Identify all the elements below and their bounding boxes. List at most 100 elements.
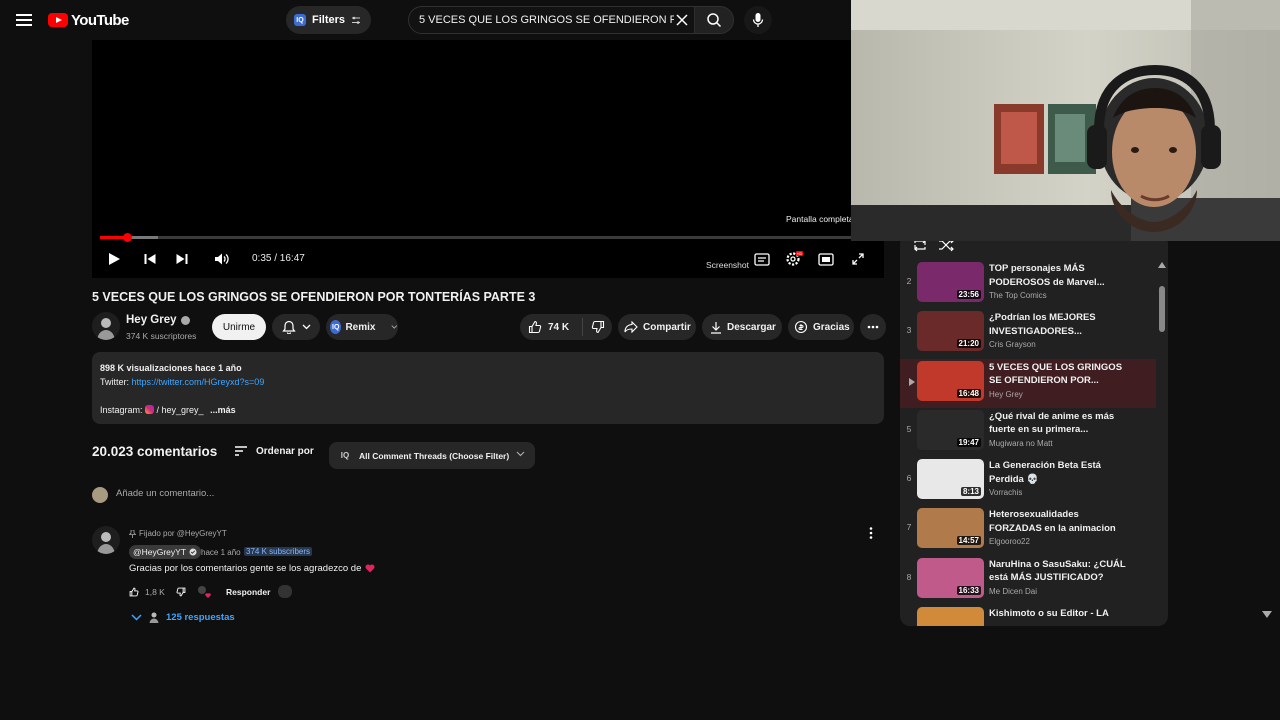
video-player[interactable]: Pantalla completa 0:35 / 16:47 Screensho… [92,40,884,278]
volume-button[interactable] [212,250,232,268]
miniplayer-button[interactable] [816,250,836,268]
show-more-link[interactable]: ...más [210,405,236,415]
reaction-chip[interactable] [278,585,292,598]
playlist-item-title[interactable]: Kishimoto o su Editor - LA [989,607,1127,621]
chevron-down-icon [516,451,525,457]
playlist-thumbnail[interactable]: 21:20 [917,311,984,352]
playlist-item[interactable]: 2 23:56 TOP personajes MÁS PODEROSOS de Ma… [900,260,1168,309]
youtube-logo[interactable]: YouTube [48,11,129,29]
download-icon [711,321,721,334]
reply-button[interactable]: Responder [226,587,270,597]
share-button[interactable]: Compartir [618,314,696,340]
progress-bar[interactable] [100,233,876,242]
chevron-down-icon [131,613,142,621]
channel-avatar-image [97,318,115,340]
playlist-item-channel: Vorrachis [989,488,1023,498]
playlist-items: 2 23:56 TOP personajes MÁS PODEROSOS de Ma… [900,260,1168,626]
scrubber-handle[interactable] [123,233,133,242]
thumbs-down-icon[interactable] [176,587,186,597]
filters-button[interactable]: IQ Filters [286,6,372,34]
thumbs-up-icon[interactable] [129,587,139,597]
thanks-button[interactable]: Gracias [788,314,854,340]
like-button[interactable]: 74 K [528,320,582,334]
playlist-thumbnail[interactable]: 16:33 [917,557,984,598]
comment-avatar[interactable] [92,526,120,554]
pin-icon [129,529,136,538]
playlist-thumbnail[interactable]: 19:47 [917,409,984,450]
playlist-item[interactable]: 3 21:20 ¿Podrían los MEJORES INVESTIGADORE… [900,309,1168,358]
playlist-item[interactable]: 6 8:13 La Generación Beta Está Perdida 💀 Vo… [900,457,1168,506]
fullscreen-button[interactable] [848,250,868,268]
join-button[interactable]: Unirme [212,314,266,340]
playlist-item-title[interactable]: Heterosexualidades FORZADAS en la animac… [989,508,1127,535]
iq-icon: IQ [330,320,342,334]
view-stats: 898 K visualizaciones hace 1 año [100,363,242,373]
playlist-thumbnail[interactable] [917,607,984,626]
play-button[interactable] [104,250,124,268]
search-icon [707,13,722,28]
download-button[interactable]: Descargar [702,314,782,340]
search-box [408,6,696,34]
search-input[interactable] [419,14,674,26]
volume-icon [215,253,229,265]
video-duration: 14:57 [956,536,981,546]
search-button[interactable] [694,6,734,34]
playlist-thumbnail[interactable]: 23:56 [917,262,984,302]
playlist-thumbnail[interactable]: 14:57 [917,508,984,549]
playlist-scrollbar[interactable] [1156,262,1168,622]
add-comment-input[interactable]: Añade un comentario... [116,488,214,499]
scrollbar-thumb[interactable] [1159,286,1165,332]
comment-filter-select[interactable]: IQ All Comment Threads (Choose Filter) [329,442,535,469]
playlist-item[interactable]: 7 14:57 Heterosexualidades FORZADAS en la … [900,506,1168,555]
previous-button[interactable] [140,250,160,268]
playlist-item-channel: Elgooroo22 [989,537,1030,547]
playlist-item-title[interactable]: La Generación Beta Está Perdida 💀 [989,459,1127,486]
playlist-item-title[interactable]: 5 VECES QUE LOS GRINGOS SE OFENDIERON PO… [989,361,1127,388]
video-title: 5 VECES QUE LOS GRINGOS SE OFENDIERON PO… [92,290,536,304]
playlist-index: 6 [906,473,912,484]
scroll-up-icon[interactable] [1158,262,1166,268]
subscriber-count: 374 K suscriptores [126,331,197,341]
fullscreen-icon [852,253,864,265]
iq-icon: IQ [294,14,306,26]
playlist-thumbnail[interactable]: 8:13 [917,459,984,500]
more-actions-button[interactable] [860,314,886,340]
more-vertical-icon[interactable] [866,526,876,540]
playlist-thumbnail[interactable]: 16:48 [917,360,984,401]
twitter-line: Twitter: https://twitter.com/HGreyxd?s=0… [100,375,876,389]
twitter-link[interactable]: https://twitter.com/HGreyxd?s=09 [132,377,265,387]
playlist-item[interactable]: 16:48 5 VECES QUE LOS GRINGOS SE OFENDIER… [900,358,1156,408]
playlist-item-title[interactable]: TOP personajes MÁS PODEROSOS de Marvel..… [989,262,1127,289]
playlist-item-title[interactable]: ¿Qué rival de anime es más fuerte en su … [989,410,1127,437]
sort-button[interactable]: Ordenar por [234,445,314,457]
thumbs-down-icon[interactable] [591,320,605,334]
subtitles-button[interactable] [752,250,772,268]
comments-count: 20.023 comentarios [92,444,218,459]
playlist-index: 3 [906,325,912,336]
subtitles-icon [754,252,770,266]
comment-author[interactable]: @HeyGreyYT [129,545,202,559]
remix-button[interactable]: IQ Remix [326,314,398,340]
playlist-item-channel: Hey Grey [989,389,1023,399]
screenshot-button[interactable]: Screenshot [706,260,749,270]
next-button[interactable] [172,250,192,268]
scroll-down-icon[interactable] [1262,611,1272,618]
instagram-handle[interactable]: / hey_grey_ [154,405,204,415]
menu-icon[interactable] [14,11,34,29]
playlist-item-title[interactable]: NaruHina o SasuSaku: ¿CUÁL está MÁS JUST… [989,558,1127,585]
close-icon[interactable] [675,13,689,27]
notifications-button[interactable] [272,314,320,340]
settings-button[interactable]: HD [784,250,804,268]
description-box[interactable]: 898 K visualizaciones hace 1 año Twitter… [92,352,884,424]
channel-avatar[interactable] [92,312,120,340]
playlist-item[interactable]: 5 19:47 ¿Qué rival de anime es más fuerte … [900,408,1168,457]
playlist-item-title[interactable]: ¿Podrían los MEJORES INVESTIGADORES... [989,311,1127,338]
playlist-item[interactable]: Kishimoto o su Editor - LA [900,605,1168,626]
playlist-item-channel: Me Dicen Dai [989,586,1038,596]
voice-search-button[interactable] [744,6,772,34]
replies-toggle[interactable]: 125 respuestas [131,611,235,623]
playlist-index: 5 [906,423,912,434]
channel-name[interactable]: Hey Grey [126,314,190,326]
playlist-item[interactable]: 8 16:33 NaruHina o SasuSaku: ¿CUÁL está MÁ… [900,556,1168,605]
playlist-panel: 2 23:56 TOP personajes MÁS PODEROSOS de Ma… [900,234,1168,626]
